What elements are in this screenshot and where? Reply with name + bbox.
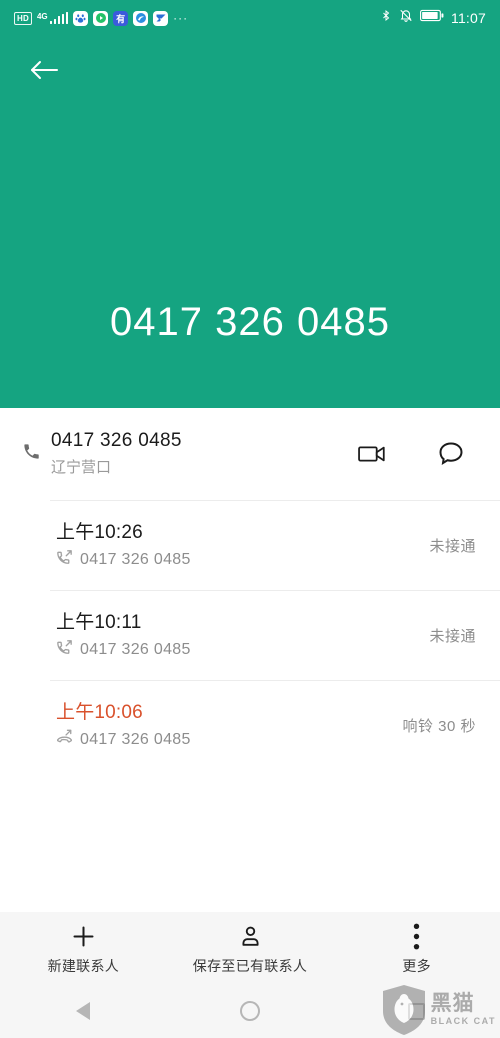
call-log-number: 0417 326 0485: [80, 641, 191, 658]
person-icon: [238, 920, 263, 952]
call-log-status: 未接通: [429, 627, 476, 645]
call-log-main: 上午10:06 0417 326 0485: [56, 699, 191, 751]
call-log-status: 响铃 30 秒: [402, 717, 476, 735]
nav-back-triangle-icon: [76, 1002, 91, 1020]
call-log-main: 上午10:11 0417 326 0485: [56, 609, 191, 661]
you-app-glyph: 有: [116, 13, 126, 24]
plus-icon: [70, 920, 97, 952]
status-bar-clock: 11:07: [451, 10, 486, 26]
bluetooth-icon: [380, 8, 392, 28]
call-log-row[interactable]: 上午10:06 0417 326 0485 响铃 30 秒: [0, 680, 500, 770]
video-camera-icon: [358, 446, 385, 462]
signal-strength-bars: [49, 12, 69, 24]
call-log-time: 上午10:11: [56, 612, 142, 633]
new-contact-button[interactable]: 新建联系人: [0, 912, 167, 976]
nav-back-button[interactable]: [0, 1002, 167, 1020]
more-vertical-icon: [413, 920, 420, 952]
signal-bars-icon: 4G: [36, 12, 69, 24]
bell-muted-icon: [399, 8, 413, 28]
call-log-row[interactable]: 上午10:26 0417 326 0485 未接通: [0, 500, 500, 590]
contact-summary-row[interactable]: 0417 326 0485 辽宁营口: [0, 408, 500, 500]
message-bubble-icon: [439, 442, 463, 465]
call-log-number: 0417 326 0485: [80, 551, 191, 568]
call-log-subrow: 0417 326 0485: [56, 549, 191, 571]
nav-home-circle-icon: [240, 1001, 260, 1021]
call-log-status: 未接通: [429, 537, 476, 555]
call-log-time: 上午10:06: [56, 702, 143, 723]
call-log-number: 0417 326 0485: [80, 731, 191, 748]
status-bar: HD 4G 有 ··· 11:07: [0, 0, 500, 36]
more-options-label: 更多: [402, 958, 431, 974]
black-cat-watermark: 黑猫 BLACK CAT: [381, 984, 496, 1036]
status-bar-left: HD 4G 有 ···: [14, 10, 189, 26]
save-to-existing-contact-button[interactable]: 保存至已有联系人: [167, 912, 334, 976]
watermark-en-text: BLACK CAT: [430, 1016, 496, 1026]
new-contact-label: 新建联系人: [47, 958, 120, 974]
mail-app-icon: [153, 10, 169, 26]
more-options-button[interactable]: 更多: [333, 912, 500, 976]
status-bar-right: 11:07: [380, 8, 486, 28]
missed-call-icon: [56, 729, 73, 751]
contact-phone-number: 0417 326 0485: [51, 430, 182, 451]
outgoing-call-icon: [56, 639, 73, 661]
call-detail-header: HD 4G 有 ··· 11:07 0417 326 0485: [0, 0, 500, 408]
video-call-button[interactable]: [356, 437, 390, 471]
you-app-icon: 有: [113, 10, 129, 26]
toolbar-actions: 新建联系人 保存至已有联系人 更多: [0, 912, 500, 984]
phone-handset-icon: [22, 442, 41, 466]
network-type-label: 4G: [36, 12, 48, 21]
watermark-cn-text: 黑猫: [430, 992, 475, 1015]
back-button[interactable]: [22, 48, 66, 92]
contact-location: 辽宁营口: [51, 459, 112, 476]
call-log-main: 上午10:26 0417 326 0485: [56, 519, 191, 571]
call-log-subrow: 0417 326 0485: [56, 729, 191, 751]
video-player-app-icon: [93, 10, 109, 26]
call-log-subrow: 0417 326 0485: [56, 639, 191, 661]
contact-action-buttons: [356, 437, 476, 471]
bottom-toolbar: 新建联系人 保存至已有联系人 更多 黑猫 BLACK CAT: [0, 912, 500, 1038]
hd-badge-icon: HD: [14, 11, 32, 25]
page-title-phone-number: 0417 326 0485: [110, 300, 390, 344]
nav-home-button[interactable]: [167, 1001, 334, 1021]
status-bar-more-icon: ···: [173, 11, 189, 25]
save-to-existing-contact-label: 保存至已有联系人: [192, 958, 308, 974]
baidu-app-icon: [73, 10, 89, 26]
battery-icon: [420, 9, 444, 27]
send-message-button[interactable]: [434, 437, 468, 471]
black-cat-shield-icon: [382, 985, 425, 1035]
back-arrow-icon: [31, 61, 58, 79]
watermark-text-block: 黑猫 BLACK CAT: [431, 993, 496, 1027]
call-log-row[interactable]: 上午10:11 0417 326 0485 未接通: [0, 590, 500, 680]
outgoing-call-icon: [56, 549, 73, 571]
contact-text-block: 0417 326 0485 辽宁营口: [51, 428, 182, 480]
call-log-time: 上午10:26: [56, 522, 143, 543]
browser-app-icon: [133, 10, 149, 26]
